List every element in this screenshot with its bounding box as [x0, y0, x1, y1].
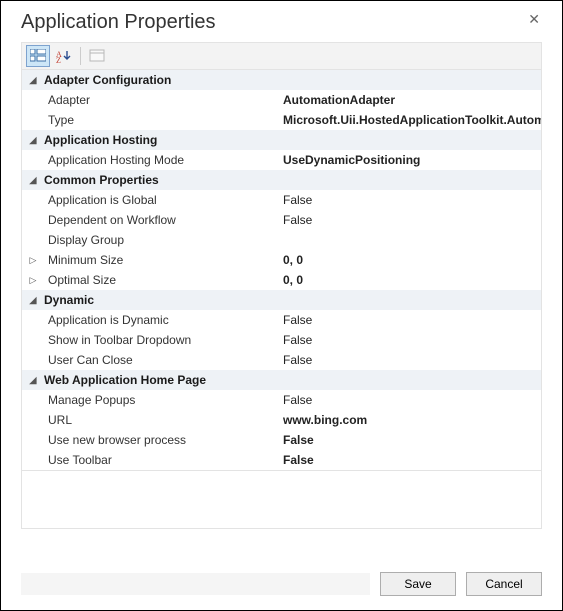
- property-value[interactable]: www.bing.com: [279, 413, 541, 427]
- footer-spacer: [21, 573, 370, 595]
- property-name: Use new browser process: [44, 433, 279, 447]
- category-row[interactable]: ◢Web Application Home Page: [22, 370, 541, 390]
- dialog-footer: Save Cancel: [1, 564, 562, 610]
- application-properties-dialog: Application Properties ✕ A Z: [0, 0, 563, 611]
- expand-icon[interactable]: ▷: [22, 275, 44, 286]
- collapse-icon[interactable]: ◢: [22, 175, 44, 186]
- cancel-button[interactable]: Cancel: [466, 572, 542, 596]
- property-row[interactable]: Dependent on WorkflowFalse: [22, 210, 541, 230]
- property-row[interactable]: ▷Optimal Size0, 0: [22, 270, 541, 290]
- property-row[interactable]: User Can CloseFalse: [22, 350, 541, 370]
- property-value[interactable]: 0, 0: [279, 253, 541, 267]
- category-label: Adapter Configuration: [44, 73, 279, 87]
- close-button[interactable]: ✕: [522, 9, 546, 30]
- category-label: Web Application Home Page: [44, 373, 279, 387]
- property-name: Type: [44, 113, 279, 127]
- property-row[interactable]: Manage PopupsFalse: [22, 390, 541, 410]
- property-value[interactable]: False: [279, 333, 541, 347]
- property-value[interactable]: 0, 0: [279, 273, 541, 287]
- collapse-icon[interactable]: ◢: [22, 375, 44, 386]
- property-value[interactable]: False: [279, 393, 541, 407]
- property-value[interactable]: False: [279, 353, 541, 367]
- property-row[interactable]: ▷Minimum Size0, 0: [22, 250, 541, 270]
- property-value[interactable]: UseDynamicPositioning: [279, 153, 541, 167]
- property-name: Display Group: [44, 233, 279, 247]
- property-value[interactable]: Microsoft.Uii.HostedApplicationToolkit.A…: [279, 113, 541, 127]
- category-row[interactable]: ◢Common Properties: [22, 170, 541, 190]
- property-name: Application Hosting Mode: [44, 153, 279, 167]
- collapse-icon[interactable]: ◢: [22, 75, 44, 86]
- category-label: Dynamic: [44, 293, 279, 307]
- property-row[interactable]: Application is GlobalFalse: [22, 190, 541, 210]
- property-row[interactable]: URLwww.bing.com: [22, 410, 541, 430]
- property-grid[interactable]: ◢Adapter ConfigurationAdapterAutomationA…: [21, 70, 542, 471]
- property-description-panel: [21, 471, 542, 529]
- property-row[interactable]: Application Hosting ModeUseDynamicPositi…: [22, 150, 541, 170]
- property-value[interactable]: False: [279, 213, 541, 227]
- svg-text:Z: Z: [56, 56, 61, 63]
- property-row[interactable]: Show in Toolbar DropdownFalse: [22, 330, 541, 350]
- property-name: Application is Dynamic: [44, 313, 279, 327]
- property-value[interactable]: False: [279, 433, 541, 447]
- property-name: Minimum Size: [44, 253, 279, 267]
- category-label: Common Properties: [44, 173, 279, 187]
- property-name: Manage Popups: [44, 393, 279, 407]
- categorized-button[interactable]: [26, 45, 50, 67]
- category-row[interactable]: ◢Adapter Configuration: [22, 70, 541, 90]
- property-value[interactable]: False: [279, 313, 541, 327]
- dialog-title: Application Properties: [21, 11, 522, 34]
- property-name: Adapter: [44, 93, 279, 107]
- property-name: Optimal Size: [44, 273, 279, 287]
- categorized-icon: [30, 49, 46, 63]
- alphabetical-icon: A Z: [56, 49, 72, 63]
- save-button[interactable]: Save: [380, 572, 456, 596]
- property-toolbar: A Z: [21, 42, 542, 70]
- property-row[interactable]: Use new browser processFalse: [22, 430, 541, 450]
- category-row[interactable]: ◢Application Hosting: [22, 130, 541, 150]
- toolbar-divider: [80, 47, 81, 65]
- property-row[interactable]: TypeMicrosoft.Uii.HostedApplicationToolk…: [22, 110, 541, 130]
- category-label: Application Hosting: [44, 133, 279, 147]
- property-value[interactable]: False: [279, 193, 541, 207]
- collapse-icon[interactable]: ◢: [22, 135, 44, 146]
- property-row[interactable]: Application is DynamicFalse: [22, 310, 541, 330]
- property-value[interactable]: False: [279, 453, 541, 467]
- titlebar: Application Properties ✕: [1, 1, 562, 40]
- property-name: Dependent on Workflow: [44, 213, 279, 227]
- property-row[interactable]: Use ToolbarFalse: [22, 450, 541, 470]
- collapse-icon[interactable]: ◢: [22, 295, 44, 306]
- property-name: Use Toolbar: [44, 453, 279, 467]
- property-pages-icon: [89, 49, 105, 63]
- property-name: User Can Close: [44, 353, 279, 367]
- category-row[interactable]: ◢Dynamic: [22, 290, 541, 310]
- property-value[interactable]: AutomationAdapter: [279, 93, 541, 107]
- property-name: Application is Global: [44, 193, 279, 207]
- alphabetical-button[interactable]: A Z: [52, 45, 76, 67]
- property-name: URL: [44, 413, 279, 427]
- property-row[interactable]: AdapterAutomationAdapter: [22, 90, 541, 110]
- expand-icon[interactable]: ▷: [22, 255, 44, 266]
- property-row[interactable]: Display Group: [22, 230, 541, 250]
- property-pages-button[interactable]: [85, 45, 109, 67]
- property-name: Show in Toolbar Dropdown: [44, 333, 279, 347]
